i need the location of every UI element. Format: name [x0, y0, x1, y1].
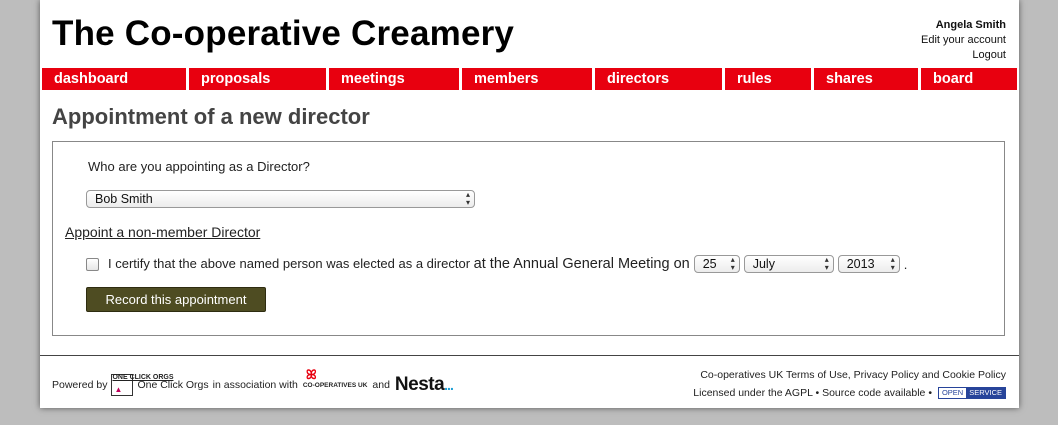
- certify-checkbox[interactable]: [86, 257, 99, 271]
- select-arrows-icon: ▴ ▾: [730, 255, 735, 272]
- nesta-logo[interactable]: Nesta...: [394, 374, 454, 396]
- bullet-2: •: [928, 387, 933, 399]
- badge-left: OPEN: [938, 388, 967, 399]
- year-select[interactable]: 2013 ▴ ▾: [837, 255, 900, 273]
- certify-text: I certify that the above named person wa…: [108, 256, 690, 272]
- select-arrows-icon: ▴ ▾: [465, 190, 470, 207]
- cursor-icon: ▲: [114, 385, 123, 394]
- user-name: Angela Smith: [935, 19, 1006, 31]
- sentence-period: .: [903, 256, 908, 272]
- nav-meetings[interactable]: meetings: [329, 68, 459, 90]
- main-nav: dashboard proposals meetings members dir…: [42, 68, 1017, 90]
- record-appointment-button[interactable]: Record this appointment: [86, 287, 266, 312]
- page-container: The Co-operative Creamery Angela Smith E…: [40, 0, 1019, 408]
- nav-shares[interactable]: shares: [814, 68, 918, 90]
- cookie-link[interactable]: Cookie Policy: [942, 369, 1006, 381]
- nav-dashboard[interactable]: dashboard: [42, 68, 186, 90]
- certify-prefix: I certify that the above named person wa…: [108, 256, 471, 271]
- appointment-form: Who are you appointing as a Director? Bo…: [52, 141, 1005, 336]
- bullet-1: •: [815, 387, 820, 399]
- one-click-orgs-logo[interactable]: ONE CLICK ORGS ▲: [111, 374, 174, 396]
- day-select[interactable]: 25 ▴ ▾: [693, 255, 740, 273]
- footer-legal: Co-operatives UK Terms of Use, Privacy P…: [693, 366, 1006, 402]
- footer-terms-line: Co-operatives UK Terms of Use, Privacy P…: [700, 369, 1006, 381]
- month-select-value: July: [752, 257, 775, 271]
- source-code-link[interactable]: Source code available: [822, 387, 925, 399]
- appoint-nonmember-link[interactable]: Appoint a non-member Director: [65, 224, 260, 240]
- coop-swirl-icon: ꕤ: [305, 366, 317, 382]
- select-arrows-icon: ▴ ▾: [824, 255, 829, 272]
- open-service-badge[interactable]: OPEN SERVICE: [937, 387, 1006, 400]
- year-select-value: 2013: [846, 257, 875, 271]
- nav-board[interactable]: board: [921, 68, 1017, 90]
- nesta-dots-icon: ...: [444, 377, 454, 393]
- certify-suffix: at the Annual General Meeting on: [473, 256, 690, 272]
- director-select[interactable]: Bob Smith ▴ ▾: [86, 190, 475, 208]
- terms-and: and: [921, 369, 940, 381]
- user-box: Angela Smith Edit your account Logout: [921, 18, 1006, 63]
- logout-link[interactable]: Logout: [921, 48, 1006, 63]
- certify-row: I certify that the above named person wa…: [86, 254, 907, 274]
- license-link[interactable]: Licensed under the AGPL: [693, 387, 812, 399]
- edit-account-link[interactable]: Edit your account: [921, 33, 1006, 48]
- nesta-text: Nesta: [394, 374, 445, 395]
- badge-right: SERVICE: [966, 388, 1005, 399]
- month-select[interactable]: July ▴ ▾: [743, 255, 834, 273]
- coop-logo-text: CO-OPERATIVES UK: [302, 381, 368, 389]
- director-select-value: Bob Smith: [95, 192, 153, 206]
- page-heading: Appointment of a new director: [52, 104, 370, 129]
- select-arrows-icon: ▴ ▾: [890, 255, 895, 272]
- footer-divider: [40, 355, 1019, 356]
- day-select-value: 25: [702, 257, 717, 271]
- coops-uk-logo[interactable]: ꕤ CO-OPERATIVES UK: [302, 367, 368, 389]
- terms-prefix: Co-operatives UK: [700, 369, 784, 381]
- nav-rules[interactable]: rules: [725, 68, 811, 90]
- nav-directors[interactable]: directors: [595, 68, 722, 90]
- footer-credits: Powered by ONE CLICK ORGS ▲ One Click Or…: [52, 367, 454, 396]
- powered-by-label: Powered by: [52, 379, 108, 391]
- oco-logo-text: ONE CLICK ORGS: [112, 374, 174, 381]
- director-question-label: Who are you appointing as a Director?: [88, 159, 310, 174]
- site-title: The Co-operative Creamery: [52, 14, 515, 53]
- nav-proposals[interactable]: proposals: [189, 68, 326, 90]
- terms-link[interactable]: Terms of Use: [786, 369, 848, 381]
- association-label: in association with: [212, 379, 298, 391]
- and-label: and: [372, 379, 390, 391]
- privacy-link[interactable]: Privacy Policy: [854, 369, 919, 381]
- nav-members[interactable]: members: [462, 68, 592, 90]
- footer-license-line: Licensed under the AGPL • Source code av…: [693, 384, 1006, 402]
